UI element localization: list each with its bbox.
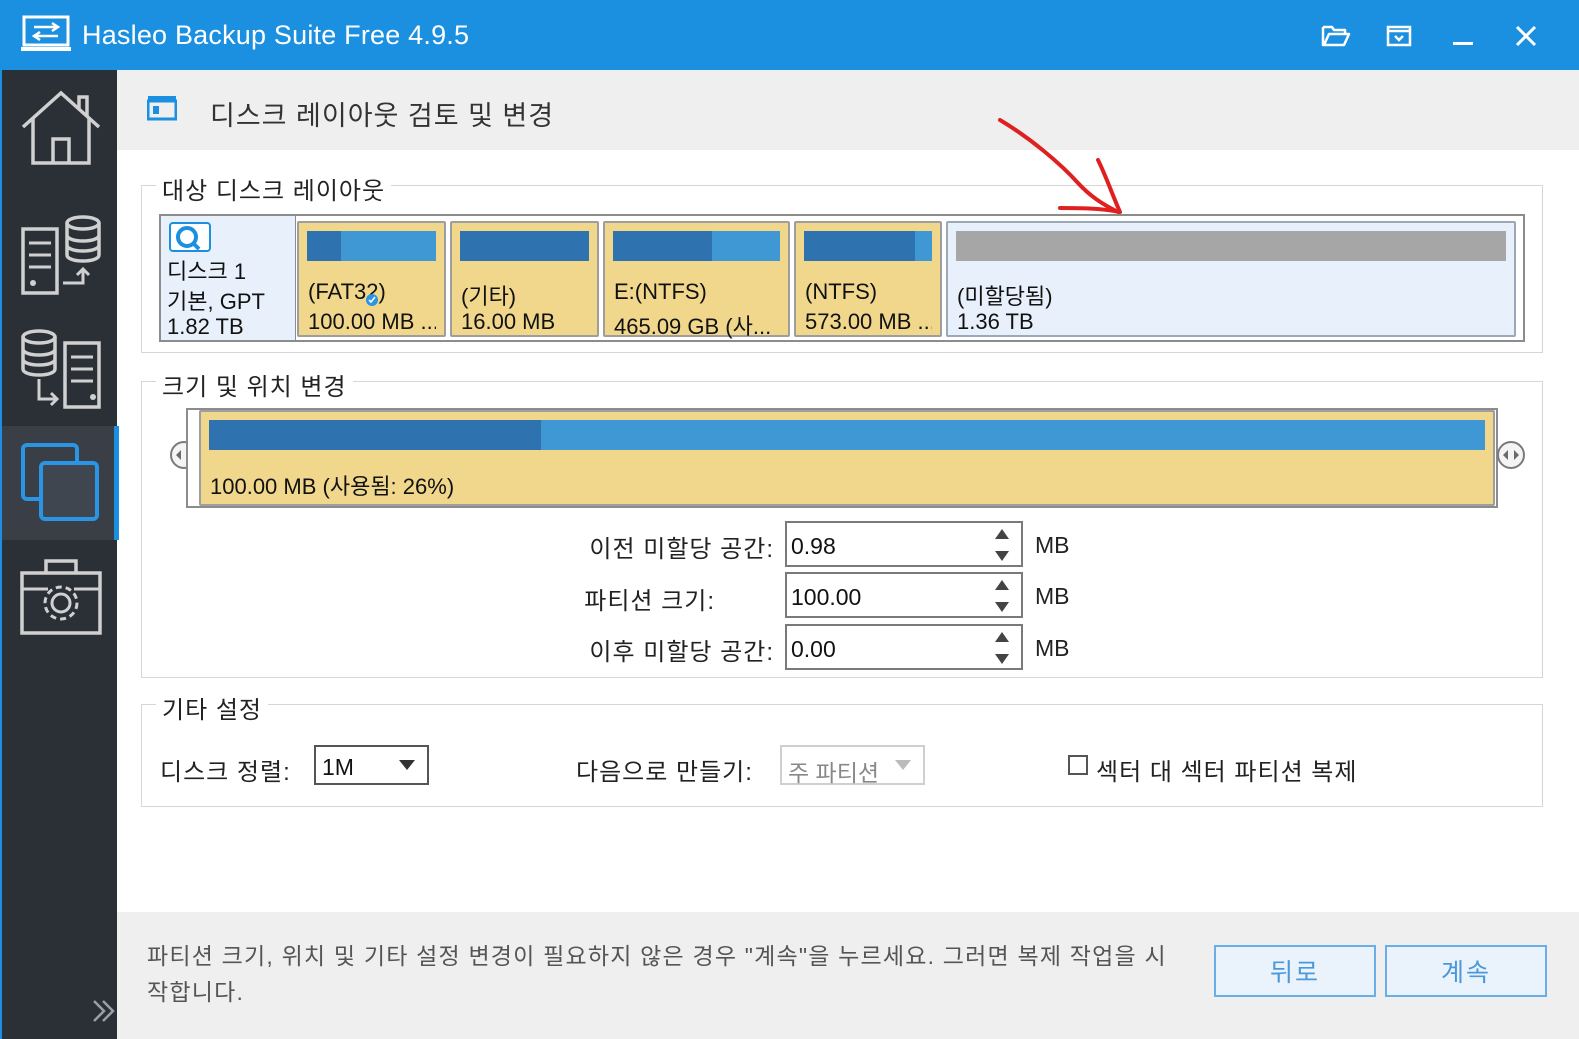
partition-size-value: 100.00 xyxy=(791,584,862,610)
partition-block[interactable]: (기타) 16.00 MB xyxy=(450,221,599,337)
disk-name: 디스크 1 xyxy=(167,259,247,284)
target-layout-title: 대상 디스크 레이아웃 xyxy=(156,171,392,206)
unallocated-block[interactable]: (미할당됨) 1.36 TB xyxy=(946,221,1516,337)
partition-size: 465.09 GB (사... xyxy=(614,314,772,339)
partition-size: 1.36 TB xyxy=(957,309,1034,334)
footer-bar: 파티션 크기, 위치 및 기타 설정 변경이 필요하지 않은 경우 "계속"을 … xyxy=(117,912,1579,1039)
partition-usage-bar xyxy=(804,231,932,261)
partition-size-label: 파티션 크기: xyxy=(584,588,715,615)
clone-icon xyxy=(20,443,99,521)
partition-block[interactable]: (NTFS) 573.00 MB ... xyxy=(794,221,942,337)
partition-size: 573.00 MB ... xyxy=(805,309,932,334)
unallocated-after-label: 이후 미할당 공간: xyxy=(589,639,774,666)
unit-label: MB xyxy=(1035,635,1070,661)
open-folder-button[interactable] xyxy=(1314,14,1358,58)
sidebar-item-restore[interactable] xyxy=(2,312,119,426)
back-button[interactable]: 뒤로 xyxy=(1214,945,1376,997)
page-header: 디스크 레이아웃 검토 및 변경 xyxy=(117,70,1579,150)
resize-partition-label: 100.00 MB (사용됨: 26%) xyxy=(210,474,455,499)
create-as-select[interactable]: 주 파티션 xyxy=(780,745,925,786)
sidebar-item-home[interactable] xyxy=(2,70,119,184)
resize-title: 크기 및 위치 변경 xyxy=(156,367,353,402)
partition-size-input[interactable]: 100.00 xyxy=(785,572,1023,618)
toolbox-icon xyxy=(19,559,102,635)
chevron-down-icon xyxy=(895,760,911,770)
partition-usage-bar xyxy=(613,231,780,261)
disk-layout-strip: 디스크 1 기본, GPT 1.82 TB (FAT32) 100.00 MB … xyxy=(159,214,1525,342)
backup-icon xyxy=(20,215,101,295)
close-button[interactable] xyxy=(1504,14,1548,58)
restore-icon xyxy=(20,329,101,409)
unallocated-after-value: 0.00 xyxy=(791,636,836,662)
folder-open-icon xyxy=(1321,25,1351,47)
partition-name: (기타) xyxy=(461,284,517,309)
sidebar-item-backup[interactable] xyxy=(2,198,119,312)
partition-usage-bar xyxy=(956,231,1506,261)
page-title: 디스크 레이아웃 검토 및 변경 xyxy=(210,101,555,131)
sidebar-item-tools[interactable] xyxy=(2,540,119,654)
resize-used-fill xyxy=(209,420,541,450)
partition-size: 100.00 MB ... xyxy=(308,309,436,334)
unit-label: MB xyxy=(1035,532,1070,558)
unallocated-after-input[interactable]: 0.00 xyxy=(785,624,1023,670)
window-restore-icon xyxy=(1386,25,1412,47)
partition-used-fill xyxy=(307,231,341,261)
partition-layout-icon xyxy=(146,95,178,125)
window-title: Hasleo Backup Suite Free 4.9.5 xyxy=(82,20,470,50)
spin-arrows-icon[interactable] xyxy=(993,578,1011,614)
unallocated-before-input[interactable]: 0.98 xyxy=(785,521,1023,567)
restore-button[interactable] xyxy=(1377,14,1421,58)
partition-used-fill xyxy=(613,231,712,261)
sidebar-item-clone[interactable] xyxy=(2,426,119,540)
create-as-label: 다음으로 만들기: xyxy=(576,759,753,786)
disk-align-select[interactable]: 1M xyxy=(314,745,429,785)
partition-usage-bar xyxy=(307,231,436,261)
home-icon xyxy=(21,90,100,165)
resize-right-handle[interactable] xyxy=(1497,441,1525,469)
resize-partition-block[interactable]: 100.00 MB (사용됨: 26%) xyxy=(199,410,1495,506)
disk-align-label: 디스크 정렬: xyxy=(160,759,291,786)
double-chevron-right-icon xyxy=(93,1000,115,1022)
resize-usage-bar xyxy=(209,420,1485,450)
drag-handle-icon xyxy=(1503,450,1519,460)
footer-message: 파티션 크기, 위치 및 기타 설정 변경이 필요하지 않은 경우 "계속"을 … xyxy=(147,943,1167,1005)
unallocated-before-label: 이전 미할당 공간: xyxy=(589,536,774,563)
sector-copy-checkbox[interactable] xyxy=(1068,755,1088,775)
partition-name: E:(NTFS) xyxy=(614,279,707,304)
continue-button[interactable]: 계속 xyxy=(1385,945,1547,997)
create-as-value: 주 파티션 xyxy=(788,760,880,786)
selected-pin-icon xyxy=(365,293,379,307)
partition-usage-bar xyxy=(460,231,589,261)
partition-name: (NTFS) xyxy=(805,279,878,304)
disk-info[interactable]: 디스크 1 기본, GPT 1.82 TB xyxy=(161,216,296,340)
spin-arrows-icon[interactable] xyxy=(993,630,1011,666)
disk-icon xyxy=(169,222,211,252)
sector-copy-label[interactable]: 섹터 대 섹터 파티션 복제 xyxy=(1096,752,1357,787)
disk-size: 1.82 TB xyxy=(167,314,244,339)
title-bar: Hasleo Backup Suite Free 4.9.5 xyxy=(0,0,1579,70)
partition-used-fill xyxy=(804,231,916,261)
other-settings-title: 기타 설정 xyxy=(156,690,268,725)
disk-align-value: 1M xyxy=(322,754,354,780)
unallocated-before-value: 0.98 xyxy=(791,533,836,559)
disk-type: 기본, GPT xyxy=(167,289,265,314)
close-icon xyxy=(1515,25,1537,47)
unit-label: MB xyxy=(1035,583,1070,609)
expand-sidebar-button[interactable] xyxy=(90,997,118,1025)
partition-block[interactable]: (FAT32) 100.00 MB ... xyxy=(297,221,446,337)
app-logo-icon xyxy=(20,14,72,54)
minimize-icon xyxy=(1453,42,1473,45)
minimize-button[interactable] xyxy=(1441,14,1485,58)
partition-used-fill xyxy=(460,231,589,261)
resize-track: 100.00 MB (사용됨: 26%) xyxy=(186,408,1498,508)
partition-block[interactable]: E:(NTFS) 465.09 GB (사... xyxy=(603,221,790,339)
spin-arrows-icon[interactable] xyxy=(993,527,1011,563)
chevron-down-icon xyxy=(399,760,415,770)
sidebar xyxy=(0,70,119,1039)
partition-name: (미할당됨) xyxy=(957,284,1053,309)
partition-size: 16.00 MB xyxy=(461,309,556,334)
